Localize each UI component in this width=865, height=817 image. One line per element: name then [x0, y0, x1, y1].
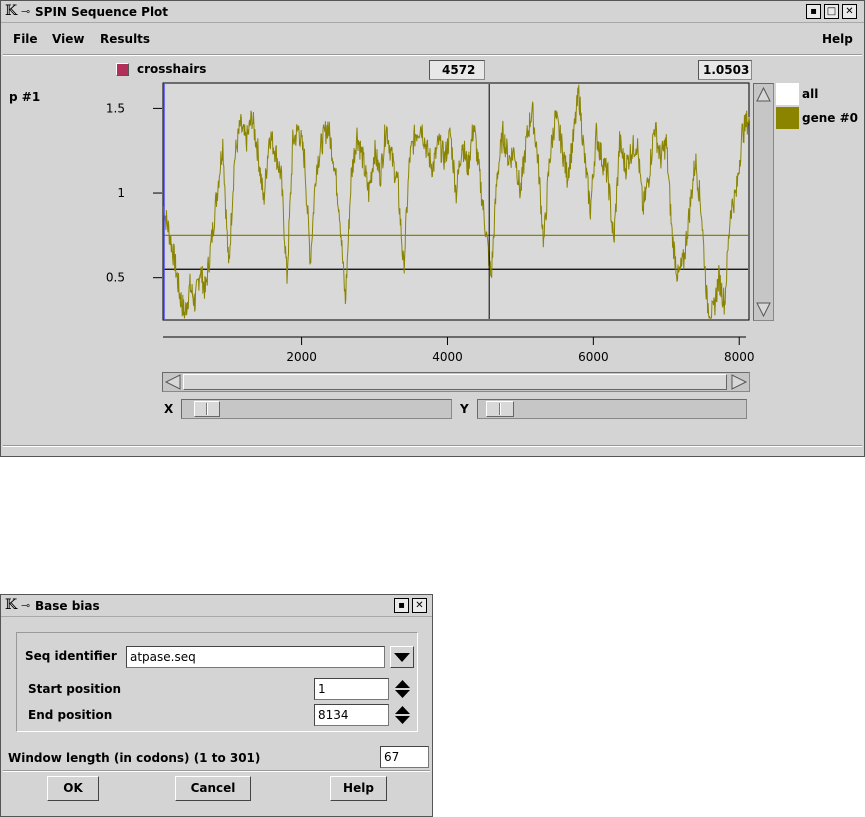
y-tick-label: 1.5 — [106, 101, 125, 115]
start-position-input[interactable] — [314, 678, 389, 700]
end-position-input[interactable] — [314, 704, 389, 726]
start-position-label: Start position — [28, 682, 122, 696]
end-position-label: End position — [28, 708, 113, 722]
chevron-down-icon — [394, 653, 410, 662]
ok-button[interactable]: OK — [47, 776, 99, 801]
pin-icon[interactable]: ⊸ — [21, 598, 30, 613]
crosshairs-checkbox[interactable] — [116, 63, 129, 76]
bottom-separator — [3, 445, 862, 447]
x-tick-label: 2000 — [286, 350, 317, 364]
dialog-title: Base bias — [35, 599, 100, 613]
plot-window: 𝕂 ⊸ SPIN Sequence Plot ▪ □ ✕ File View R… — [0, 0, 865, 457]
menu-view[interactable]: View — [52, 32, 84, 46]
seq-identifier-dropdown-button[interactable] — [390, 646, 414, 668]
y-tick-label: 0.5 — [106, 271, 125, 285]
crosshairs-label[interactable]: crosshairs — [137, 62, 206, 76]
pin-icon[interactable]: ⊸ — [21, 4, 30, 19]
base-bias-titlebar[interactable]: 𝕂 ⊸ Base bias ▪ ✕ — [1, 595, 432, 617]
x-tick-label: 8000 — [724, 350, 755, 364]
scroll-left-arrow[interactable] — [164, 374, 182, 390]
crosshair-x-value: 4572 — [442, 63, 476, 77]
close-button[interactable]: ✕ — [412, 598, 427, 613]
crosshair-y-value: 1.0503 — [703, 63, 750, 77]
kde-logo-icon[interactable]: 𝕂 — [5, 4, 20, 19]
menu-results[interactable]: Results — [100, 32, 150, 46]
menu-file[interactable]: File — [13, 32, 38, 46]
maximize-button[interactable]: □ — [824, 4, 839, 19]
scroll-up-arrow[interactable] — [755, 85, 772, 103]
window-length-input[interactable] — [380, 746, 429, 768]
up-arrow-icon — [395, 680, 410, 688]
sequence-plot[interactable]: 0.5 1 1.5 2000 4000 6000 8000 — [1, 79, 865, 449]
start-position-stepper[interactable] — [394, 678, 411, 700]
cancel-button[interactable]: Cancel — [175, 776, 251, 801]
minimize-button[interactable]: ▪ — [806, 4, 821, 19]
x-slider-label: X — [164, 402, 174, 416]
help-button[interactable]: Help — [330, 776, 387, 801]
y-axis: 0.5 1 1.5 — [106, 101, 162, 285]
menu-separator — [3, 54, 862, 56]
seq-identifier-label: Seq identifier — [25, 649, 117, 663]
scroll-right-arrow[interactable] — [730, 374, 748, 390]
x-tick-label: 6000 — [578, 350, 609, 364]
x-axis: 2000 4000 6000 8000 — [163, 336, 755, 364]
base-bias-dialog: 𝕂 ⊸ Base bias ▪ ✕ Seq identifier Start p… — [0, 594, 433, 817]
up-arrow-icon — [395, 706, 410, 714]
y-tick-label: 1 — [117, 186, 125, 200]
vertical-scrollbar[interactable] — [753, 83, 774, 321]
y-zoom-slider[interactable] — [477, 399, 747, 419]
seq-identifier-input[interactable] — [126, 646, 385, 668]
window-title: SPIN Sequence Plot — [35, 5, 169, 19]
button-row-separator — [3, 770, 430, 772]
y-slider-label: Y — [460, 402, 469, 416]
horizontal-scrollbar[interactable] — [162, 372, 750, 392]
crosshair-x-field[interactable]: 4572 — [429, 60, 485, 80]
kde-logo-icon[interactable]: 𝕂 — [5, 598, 20, 613]
legend-swatch-gene[interactable] — [776, 107, 799, 129]
menu-help[interactable]: Help — [822, 32, 853, 46]
plot-window-titlebar[interactable]: 𝕂 ⊸ SPIN Sequence Plot ▪ □ ✕ — [1, 1, 864, 23]
close-button[interactable]: ✕ — [842, 4, 857, 19]
x-zoom-slider-thumb[interactable] — [194, 401, 220, 417]
window-length-label: Window length (in codons) (1 to 301) — [8, 751, 261, 765]
y-zoom-slider-thumb[interactable] — [486, 401, 514, 417]
end-position-stepper[interactable] — [394, 704, 411, 726]
x-tick-label: 4000 — [432, 350, 463, 364]
down-arrow-icon — [395, 690, 410, 698]
scroll-down-arrow[interactable] — [755, 301, 772, 319]
crosshair-y-field[interactable]: 1.0503 — [698, 60, 752, 80]
legend-swatch-all[interactable] — [776, 83, 799, 105]
x-zoom-slider[interactable] — [181, 399, 452, 419]
minimize-button[interactable]: ▪ — [394, 598, 409, 613]
down-arrow-icon — [395, 716, 410, 724]
legend-label-all[interactable]: all — [802, 87, 818, 101]
scroll-thumb[interactable] — [183, 374, 727, 390]
legend-label-gene[interactable]: gene #0 — [802, 111, 858, 125]
